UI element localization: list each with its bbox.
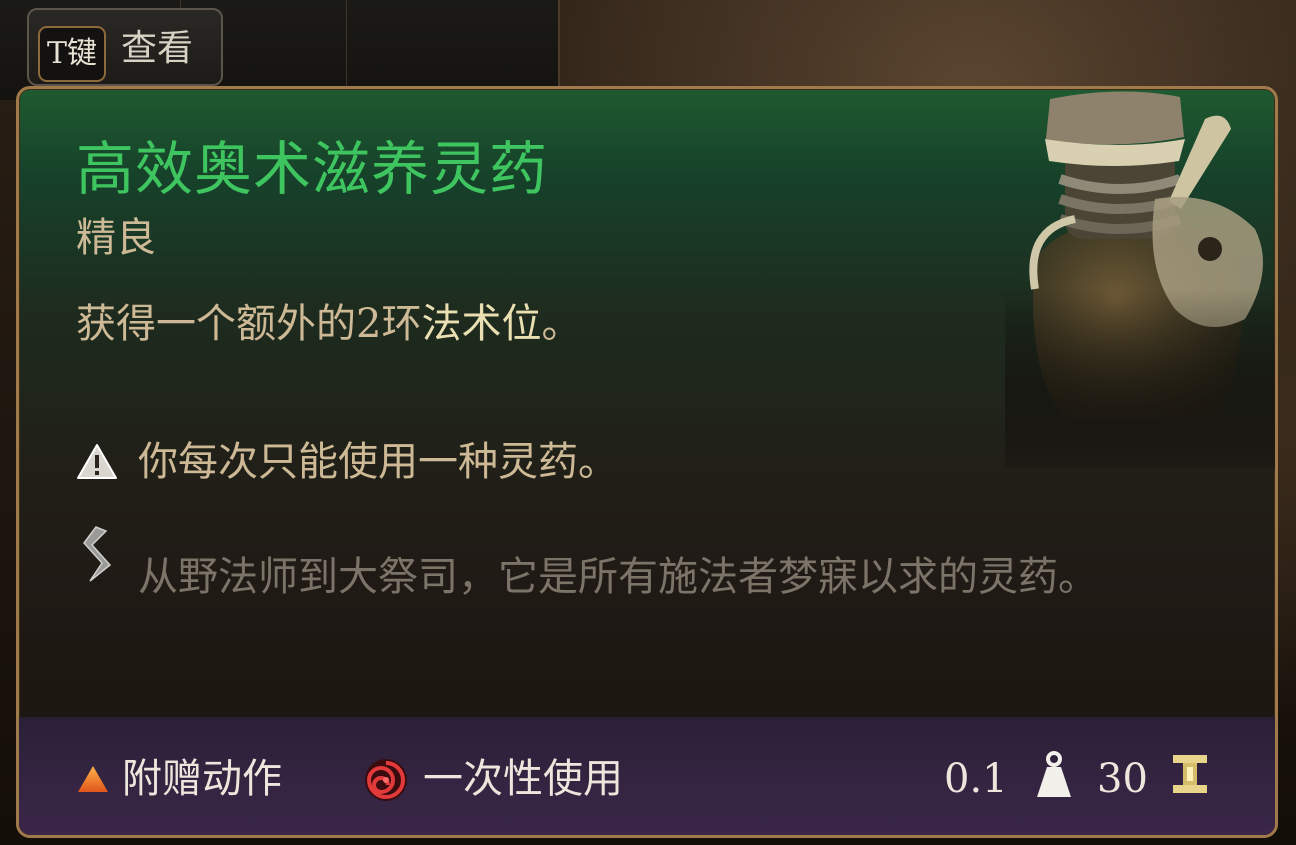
description-end: 。 [541, 301, 582, 347]
item-tooltip: 高效奥术滋养灵药 精良 获得一个额外的2环法术位。 你每次只能使用一种灵药。 从… [16, 86, 1278, 838]
tooltip-footer: 附赠动作 一次性使用 0.1 30 [19, 717, 1275, 835]
item-rarity: 精良 [76, 215, 156, 261]
panel-divider [346, 0, 347, 90]
description-text: 获得一个额外的2环 [76, 301, 422, 347]
action-type-label: 附赠动作 [122, 756, 282, 802]
inspect-label: 查看 [121, 28, 194, 69]
single-use-swirl-icon [365, 759, 407, 801]
bonus-action-triangle-icon [78, 766, 108, 792]
inspect-key-hint[interactable]: T键 查看 [27, 8, 223, 86]
weight-value: 0.1 [944, 756, 1008, 802]
warning-icon [77, 444, 117, 479]
usage-label: 一次性使用 [423, 756, 623, 802]
warning-text: 你每次只能使用一种灵药。 [138, 439, 618, 485]
weight-icon [1037, 751, 1071, 797]
lore-text: 从野法师到大祭司，它是所有施法者梦寐以求的灵药。 [138, 554, 1098, 600]
item-title: 高效奥术滋养灵药 [76, 135, 549, 203]
gold-price-icon [1173, 755, 1207, 793]
lore-quill-icon [83, 526, 112, 582]
price-value: 30 [1097, 756, 1148, 802]
t-key-badge: T键 [38, 26, 106, 82]
spell-slot-keyword[interactable]: 法术位 [421, 301, 541, 347]
item-description: 获得一个额外的2环法术位。 [76, 295, 581, 353]
potion-item-art [1005, 91, 1275, 469]
